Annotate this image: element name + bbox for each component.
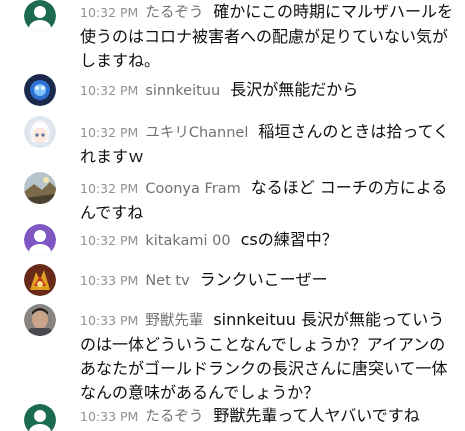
author-name[interactable]: Coonya Fram [145, 181, 240, 197]
message-text: ランクいこーぜー [199, 270, 328, 289]
timestamp: 10:33 PM [80, 313, 139, 328]
landscape-avatar[interactable] [24, 172, 56, 204]
message-text: 長沢が無能だから [230, 80, 359, 99]
chat-message-list: 10:32 PM たるぞう 確かにこの時期にマルザハールを使うのはコロナ被害者への配… [0, 0, 465, 431]
message-text: 野獣先輩って人ヤバいですね [213, 406, 420, 425]
author-name[interactable]: たるぞう [145, 409, 203, 425]
author-name[interactable]: sinnkeituu [145, 83, 220, 99]
timestamp: 10:33 PM [80, 409, 139, 424]
author-name[interactable]: Net tv [145, 273, 189, 289]
default-avatar-icon[interactable] [24, 404, 56, 431]
timestamp: 10:32 PM [80, 125, 139, 140]
game-character-avatar[interactable] [24, 264, 56, 296]
author-name[interactable]: たるぞう [145, 5, 203, 21]
timestamp: 10:32 PM [80, 233, 139, 248]
author-name[interactable]: ユキリChannel [145, 125, 248, 141]
timestamp: 10:32 PM [80, 5, 139, 20]
message-text: csの練習中？ [240, 230, 338, 249]
default-avatar-icon[interactable] [24, 224, 56, 256]
timestamp: 10:32 PM [80, 83, 139, 98]
man-photo-avatar[interactable] [24, 304, 56, 336]
default-avatar-icon[interactable] [24, 0, 56, 32]
anime-girl-avatar[interactable] [24, 116, 56, 148]
timestamp: 10:33 PM [80, 273, 139, 288]
blue-orb-avatar[interactable] [24, 74, 56, 106]
author-name[interactable]: kitakami 00 [145, 233, 230, 249]
author-name[interactable]: 野獣先輩 [145, 313, 203, 329]
timestamp: 10:32 PM [80, 181, 139, 196]
